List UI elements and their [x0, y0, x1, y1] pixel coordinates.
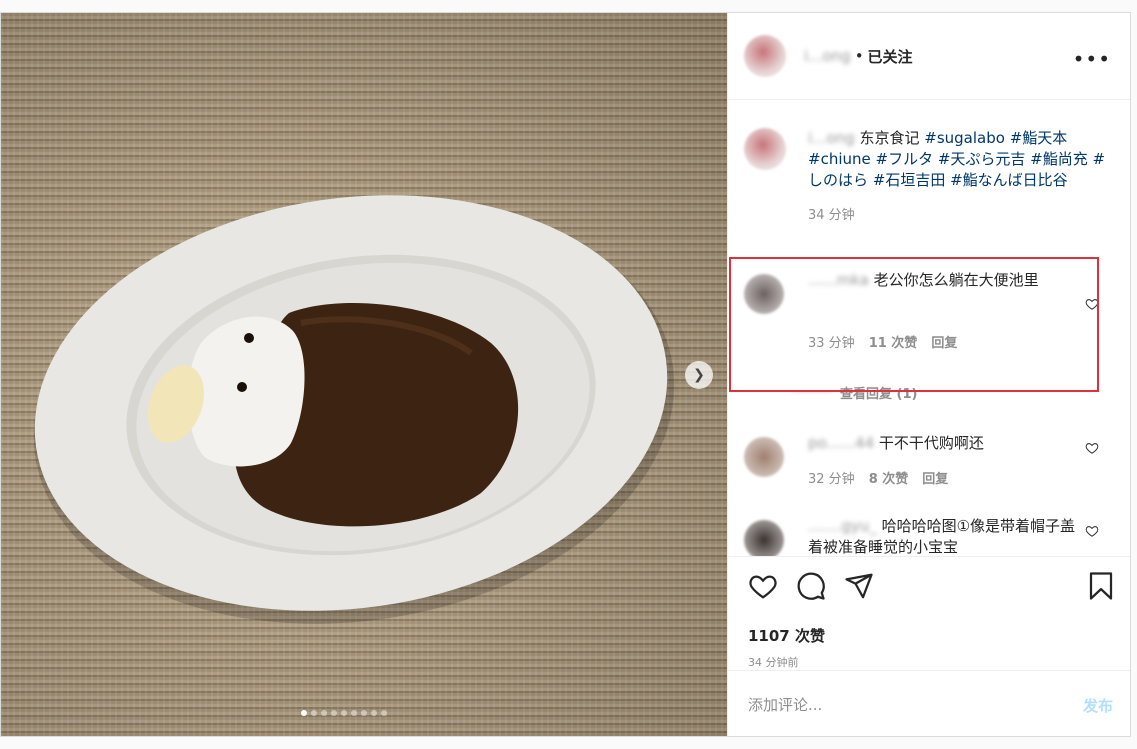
- comment-likes[interactable]: 8 次赞: [869, 468, 909, 487]
- comment-username[interactable]: ......mka: [808, 271, 869, 289]
- follow-status-button[interactable]: 已关注: [868, 46, 913, 67]
- carousel-dot: [341, 710, 347, 716]
- author-name-row: i...ong • 已关注: [804, 46, 913, 67]
- post-modal: ❯ i...ong • 已关注 ••• i...ong 东京食记 #sugala…: [0, 12, 1131, 737]
- like-heart-icon[interactable]: [748, 571, 778, 601]
- post-sidebar: i...ong • 已关注 ••• i...ong 东京食记 #sugalabo…: [727, 13, 1130, 736]
- comment-likes[interactable]: 11 次赞: [869, 332, 918, 351]
- reply-button[interactable]: 回复: [931, 332, 957, 351]
- comment-time: 32 分钟: [808, 472, 855, 487]
- post-actions: 1107 次赞 34 分钟前: [728, 556, 1130, 671]
- comment-username[interactable]: po......44: [808, 434, 874, 452]
- view-replies-button[interactable]: 查看回复 (1): [792, 383, 917, 402]
- comment-avatar[interactable]: [744, 274, 784, 314]
- carousel-dot: [321, 710, 327, 716]
- comment-time: 33 分钟: [808, 336, 855, 351]
- curry-plate-image: [33, 195, 675, 624]
- carousel-dot: [301, 710, 307, 716]
- carousel-dot: [311, 710, 317, 716]
- likes-count[interactable]: 1107 次赞: [748, 625, 825, 646]
- carousel-dot: [331, 710, 337, 716]
- comment-avatar[interactable]: [744, 437, 784, 477]
- comment-input[interactable]: [746, 693, 1050, 717]
- post-timestamp: 34 分钟前: [748, 656, 799, 669]
- carousel-dots: [301, 710, 387, 716]
- post-comment-button[interactable]: 发布: [1083, 695, 1113, 716]
- separator-dot: •: [854, 47, 864, 65]
- replies-line: [792, 392, 832, 393]
- comment-like-heart-icon[interactable]: [1085, 297, 1099, 311]
- comment-meta: 32 分钟 8 次赞 回复: [808, 468, 948, 487]
- bookmark-icon[interactable]: [1086, 571, 1116, 601]
- post-header: i...ong • 已关注 •••: [728, 13, 1130, 100]
- caption-username[interactable]: i...ong: [808, 129, 855, 147]
- carousel-dot: [351, 710, 357, 716]
- carousel-dot: [371, 710, 377, 716]
- comment-like-heart-icon[interactable]: [1085, 441, 1099, 455]
- comment-bubble-icon[interactable]: [796, 571, 826, 601]
- comments-list[interactable]: i...ong 东京食记 #sugalabo #鮨天本 #chiune #フルタ…: [728, 100, 1130, 556]
- view-replies-label: 查看回复 (1): [840, 387, 918, 402]
- comment-username[interactable]: .......gyu_: [808, 517, 877, 535]
- comment-like-heart-icon[interactable]: [1085, 524, 1099, 538]
- comment-text: .......gyu_ 哈哈哈哈图①像是带着帽子盖着被准备睡觉的小宝宝: [808, 516, 1078, 556]
- comment-meta: 33 分钟 11 次赞 回复: [808, 332, 957, 351]
- comment-text: ......mka 老公你怎么躺在大便池里: [808, 270, 1078, 291]
- comment-text: po......44 干不干代购啊还: [808, 433, 1078, 454]
- comment-avatar[interactable]: [744, 520, 784, 556]
- more-options-icon[interactable]: •••: [1073, 47, 1111, 71]
- author-avatar[interactable]: [744, 35, 786, 77]
- caption-body: 东京食记: [859, 129, 920, 147]
- next-photo-button[interactable]: ❯: [685, 361, 713, 389]
- carousel-dot: [381, 710, 387, 716]
- share-send-icon[interactable]: [844, 571, 874, 601]
- add-comment-bar: 发布: [728, 670, 1130, 736]
- author-username[interactable]: i...ong: [804, 47, 851, 65]
- caption-text: i...ong 东京食记 #sugalabo #鮨天本 #chiune #フルタ…: [808, 128, 1108, 226]
- caption-avatar[interactable]: [744, 128, 786, 170]
- post-photo[interactable]: ❯: [1, 13, 727, 736]
- carousel-dot: [361, 710, 367, 716]
- comment-body: 老公你怎么躺在大便池里: [873, 271, 1039, 289]
- comment-body: 干不干代购啊还: [878, 434, 984, 452]
- caption-time: 34 分钟: [808, 208, 855, 223]
- reply-button[interactable]: 回复: [922, 468, 948, 487]
